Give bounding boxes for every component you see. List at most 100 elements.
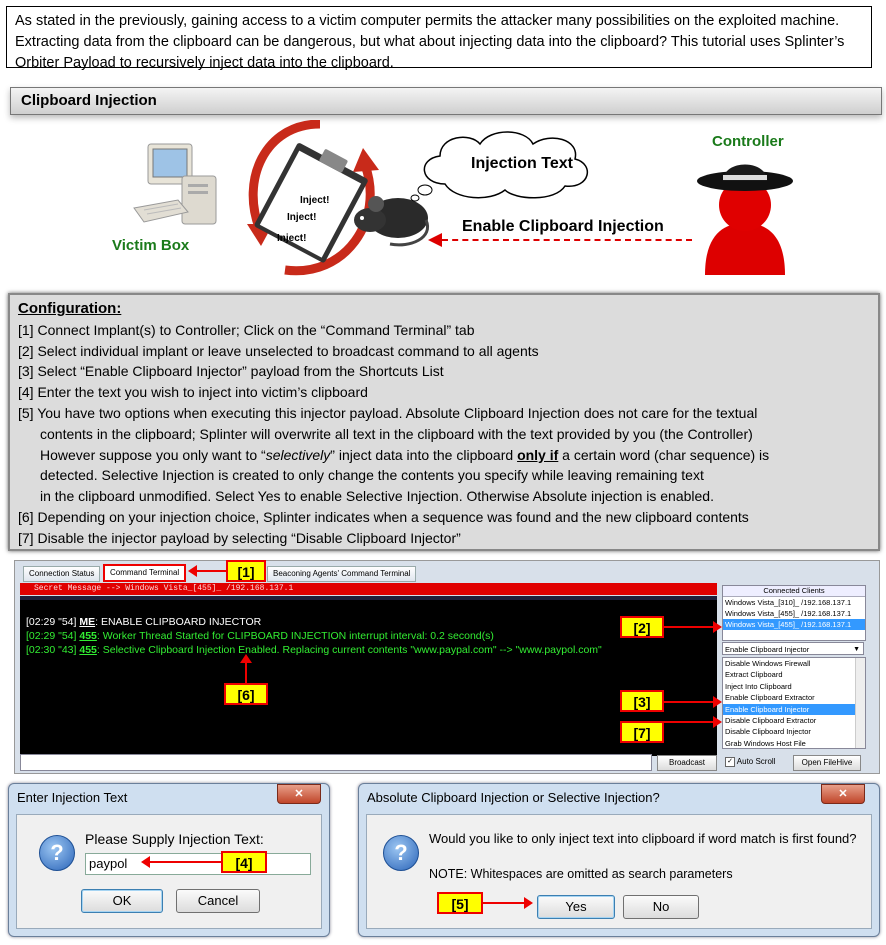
dialog-title: Enter Injection Text (17, 790, 128, 805)
callout-5-arrow (483, 897, 533, 909)
arrow-label: Enable Clipboard Injection (462, 218, 664, 235)
cancel-button[interactable]: Cancel (176, 889, 260, 913)
illustration: Victim Box Inject! Inject! Inject! Injec… (0, 118, 886, 288)
terminal-line: [02:29 "54] ME: ENABLE CLIPBOARD INJECTO… (26, 616, 261, 628)
tab-beaconing-terminal[interactable]: Beaconing Agents' Command Terminal (267, 566, 417, 582)
callout-1: [1] (226, 560, 266, 582)
config-step-6: [6] Depending on your injection choice, … (18, 508, 749, 525)
connected-clients-list[interactable]: Connected Clients Windows Vista_[310]_ /… (722, 585, 866, 641)
client-row[interactable]: Windows Vista_[455]_ /192.168.137.1 (723, 608, 865, 619)
inject-word-1: Inject! (300, 195, 330, 206)
list-scrollbar[interactable] (855, 658, 865, 748)
section-title: Clipboard Injection (21, 92, 157, 109)
payload-item[interactable]: Extract Clipboard (723, 669, 865, 680)
close-icon[interactable]: ✕ (821, 784, 865, 804)
payload-item[interactable]: Disable Windows Firewall (723, 658, 865, 669)
config-step-5-line-3: However suppose you only want to “select… (18, 445, 870, 466)
terminal-line: [02:30 "43] 455: Selective Clipboard Inj… (26, 644, 602, 656)
callout-5: [5] (437, 892, 483, 914)
open-filehive-button[interactable]: Open FileHive (793, 755, 861, 771)
tab-command-terminal[interactable]: Command Terminal (103, 564, 187, 582)
config-step-1: [1] Connect Implant(s) to Controller; Cl… (18, 321, 475, 338)
payload-item[interactable]: Inject Into Clipboard (723, 681, 865, 692)
auto-scroll-checkbox[interactable]: ✓ Auto Scroll (725, 757, 775, 767)
controller-icon (697, 164, 793, 275)
terminal-time: [02:29 "54] (26, 630, 77, 642)
client-row[interactable]: Windows Vista_[310]_ /192.168.137.1 (723, 597, 865, 608)
callout-6-arrow (245, 660, 247, 683)
inject-word-3: Inject! (277, 233, 307, 244)
tab-connection-status[interactable]: Connection Status (23, 566, 101, 582)
callout-7: [7] (620, 721, 664, 743)
callout-2: [2] (620, 616, 664, 638)
callout-1-arrow (188, 565, 226, 577)
computer-icon (133, 143, 217, 225)
enter-injection-text-dialog: Enter Injection Text ✕ ? Please Supply I… (8, 783, 330, 937)
terminal-text: : ENABLE CLIPBOARD INJECTOR (95, 616, 262, 628)
ok-button[interactable]: OK (81, 889, 163, 913)
step5-text-a: However suppose you only want to “ (40, 446, 266, 463)
payload-item[interactable]: Enable Clipboard Extractor (723, 692, 865, 703)
terminal-text: : Selective Clipboard Injection Enabled.… (96, 644, 602, 656)
terminal-sender: 455 (79, 630, 97, 642)
close-icon[interactable]: ✕ (277, 784, 321, 804)
section-header: Clipboard Injection (10, 87, 882, 115)
yes-button[interactable]: Yes (537, 895, 615, 919)
terminal-text: : Worker Thread Started for CLIPBOARD IN… (96, 630, 494, 642)
config-step-5-line-1: [5] You have two options when executing … (18, 404, 758, 421)
callout-4-arrow (141, 856, 221, 868)
payload-dropdown-value: Enable Clipboard Injector (725, 645, 810, 654)
no-button[interactable]: No (623, 895, 699, 919)
terminal-time: [02:29 "54] (26, 616, 77, 628)
injection-text-input[interactable]: paypol (85, 853, 311, 875)
splinter-window: Connection Status Command Terminal Beaco… (14, 560, 880, 774)
callout-6: [6] (224, 683, 268, 705)
callout-4: [4] (221, 851, 267, 873)
config-step-4: [4] Enter the text you wish to inject in… (18, 384, 368, 401)
payload-item[interactable]: Disable Clipboard Injector (723, 726, 865, 737)
terminal-output: [02:29 "54] ME: ENABLE CLIPBOARD INJECTO… (20, 596, 717, 756)
config-step-5-line-2: contents in the clipboard; Splinter will… (40, 425, 753, 442)
payload-item[interactable]: Grab Windows Host File (723, 738, 865, 748)
configuration-panel: Configuration: [1] Connect Implant(s) to… (8, 293, 880, 551)
step5-italic: selectively (265, 446, 331, 463)
cloud-label: Injection Text (471, 155, 573, 172)
injection-text-value: paypol (89, 856, 128, 871)
dialog-question: Would you like to only inject text into … (429, 831, 857, 846)
callout-3: [3] (620, 690, 664, 712)
config-step-3: [3] Select “Enable Clipboard Injector” p… (18, 363, 444, 380)
terminal-line: [02:29 "54] 455: Worker Thread Started f… (26, 630, 494, 642)
dialog-title: Absolute Clipboard Injection or Selectiv… (367, 790, 660, 805)
payload-item-selected[interactable]: Enable Clipboard Injector (723, 703, 865, 715)
config-title: Configuration: (18, 300, 122, 317)
client-row-selected[interactable]: Windows Vista_[455]_ /192.168.137.1 (723, 619, 865, 630)
connected-clients-header: Connected Clients (723, 586, 865, 597)
broadcast-button[interactable]: Broadcast (657, 755, 717, 771)
victim-label: Victim Box (112, 237, 190, 254)
terminal-time: [02:30 "43] (26, 644, 77, 656)
dialog-body: ? Please Supply Injection Text: paypol O… (16, 814, 322, 929)
callout-6-arrowhead (240, 654, 252, 663)
config-step-5-line-4: detected. Selective Injection is created… (40, 467, 704, 484)
injection-arrow (442, 239, 692, 241)
payload-shortcuts-list[interactable]: Disable Windows Firewall Extract Clipboa… (722, 657, 866, 749)
inject-word-2: Inject! (287, 212, 317, 223)
step5-bold: only if (517, 446, 559, 463)
callout-2-arrow (664, 621, 722, 633)
terminal-sender: 455 (79, 644, 97, 656)
config-step-2: [2] Select individual implant or leave u… (18, 342, 539, 359)
auto-scroll-label: Auto Scroll (736, 757, 776, 767)
injection-arrowhead (428, 233, 442, 247)
callout-7-arrow (664, 716, 722, 728)
question-icon: ? (39, 835, 75, 871)
config-step-7: [7] Disable the injector payload by sele… (18, 529, 461, 546)
question-icon: ? (383, 835, 419, 871)
step5-text-c: a certain word (char sequence) is (558, 446, 770, 463)
payload-dropdown[interactable]: Enable Clipboard Injector ▼ (722, 642, 864, 655)
payload-item[interactable]: Disable Clipboard Extractor (723, 715, 865, 726)
command-input[interactable] (20, 754, 652, 771)
controller-label: Controller (712, 133, 784, 150)
injection-prompt: Please Supply Injection Text: (85, 831, 264, 847)
chevron-down-icon: ▼ (853, 646, 860, 653)
intro-text: As stated in the previously, gaining acc… (6, 6, 872, 71)
